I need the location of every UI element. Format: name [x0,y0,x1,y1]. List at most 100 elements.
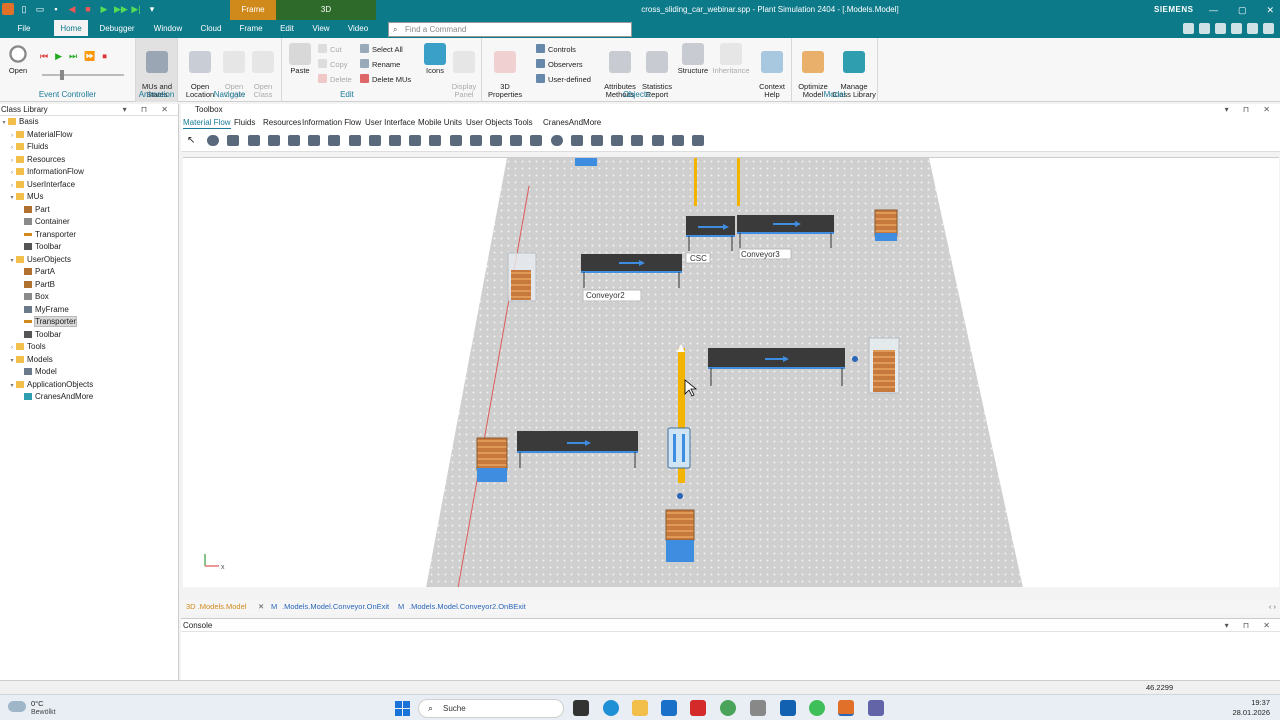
tab-window[interactable]: Window [148,20,188,38]
maximize-button[interactable]: ▢ [1238,0,1247,20]
console-output[interactable] [181,632,1280,678]
tool-sorter-icon[interactable] [368,135,381,146]
settings-icon[interactable] [1231,23,1242,34]
cut-button[interactable]: Cut [318,44,342,54]
panel-buttons[interactable]: ▾ ⊓ ✕ [1225,104,1276,116]
new-file-icon[interactable]: ▯ [18,3,30,15]
controls-button[interactable]: Controls [536,44,576,54]
reset-icon[interactable]: ◀ [66,3,78,15]
tab-frame[interactable]: Frame [234,20,268,38]
tool-transfer-icon[interactable] [530,135,543,146]
tool-assembly-icon[interactable] [308,135,321,146]
outlook-icon[interactable] [780,700,796,716]
fast-icon[interactable]: ⏭ [69,51,77,62]
taskbar-search[interactable]: ⌕ Suche [418,699,564,718]
play-icon[interactable]: ▶ [98,3,110,15]
tool-drain-icon[interactable] [247,135,260,146]
stop-icon[interactable]: ⏹ [102,51,107,62]
tree-item[interactable]: › Tools [0,341,178,354]
edge-browser-icon[interactable] [603,700,619,716]
tab-edit[interactable]: Edit [272,20,302,38]
tree-item[interactable]: CranesAndMore [0,391,178,404]
tab-view[interactable]: View [306,20,336,38]
tool-turnplate-icon[interactable] [490,135,502,146]
tree-item[interactable]: Box [0,291,178,304]
icons-button[interactable]: Icons [422,43,448,75]
step-icon[interactable]: ⏩ [84,51,95,62]
tool-source-icon[interactable] [227,135,240,146]
tab-cloud[interactable]: Cloud [194,20,228,38]
select-all-button[interactable]: Select All [360,44,403,54]
plant-simulation-icon[interactable] [838,700,854,716]
cross-sliding-car[interactable] [667,427,691,469]
toolbox-tab-information-flow[interactable]: Information Flow [302,117,361,128]
collapse-ribbon-icon[interactable] [1263,23,1274,34]
close-button[interactable]: ✕ [1266,0,1274,20]
style-icon[interactable] [1215,23,1226,34]
tree-item[interactable]: Part [0,204,178,217]
tree-item[interactable]: ▾ Basis [0,116,178,129]
close-tab-icon[interactable]: ✕ [258,602,264,612]
toolbox-tab-mobile-units[interactable]: Mobile Units [418,117,462,128]
rename-button[interactable]: Rename [360,59,400,69]
open-event-controller-button[interactable]: Open [4,43,32,75]
tool-broker-icon[interactable] [591,135,603,146]
calculator-icon[interactable] [750,700,766,716]
step-icon[interactable]: ▶| [130,3,142,15]
tree-item[interactable]: MyFrame [0,304,178,317]
delete-mus-button[interactable]: Delete MUs [360,74,411,84]
tool-cycle-icon[interactable] [389,135,401,146]
chrome-icon[interactable] [720,700,736,716]
tab-debugger[interactable]: Debugger [96,20,138,38]
stop-icon[interactable]: ■ [82,3,94,15]
toolbox-tab-user-interface[interactable]: User Interface [365,117,415,128]
tool-buffer-icon[interactable] [348,135,361,146]
panel-buttons[interactable]: ▾ ⊓ ✕ [1225,619,1276,632]
observers-button[interactable]: Observers [536,59,583,69]
app-l-icon[interactable] [690,700,706,716]
context-tab-3d[interactable]: 3D [276,0,376,20]
layout-icon[interactable] [1183,23,1194,34]
tree-item[interactable]: Toolbar [0,241,178,254]
tool-method-icon[interactable] [671,135,684,146]
paste-button[interactable]: Paste [286,43,314,75]
find-command-input[interactable]: ⌕ Find a Command [388,22,632,37]
tab-conveyor2-onbexit[interactable]: .Models.Model.Conveyor2.OnBExit [409,602,526,612]
taskbar-clock[interactable]: 19:37 28.01.2026 [1224,698,1270,718]
structure-button[interactable]: Structure [676,43,710,75]
tool-crane-icon[interactable] [631,135,644,146]
tree-item[interactable]: Container [0,216,178,229]
tab-file[interactable]: File [8,20,40,38]
tool-track-icon[interactable] [550,135,563,146]
tool-store-icon[interactable] [409,135,422,146]
tree-item[interactable]: ▾ Models [0,354,178,367]
tree-item[interactable]: Toolbar [0,329,178,342]
fast-forward-icon[interactable]: ▶▶ [114,3,128,15]
toolbox-tab-user-objects[interactable]: User Objects [466,117,512,128]
whatsapp-icon[interactable] [809,700,825,716]
panel-buttons[interactable]: ▾ ⊓ ✕ [123,104,174,116]
tool-pointer-icon[interactable]: ↖ [187,135,199,146]
tree-item[interactable]: › InformationFlow [0,166,178,179]
tree-item[interactable]: Transporter [0,229,178,242]
minimize-button[interactable]: — [1209,0,1218,20]
customize-icon[interactable]: ▾ [146,3,158,15]
tree-item[interactable]: › Resources [0,154,178,167]
app-icon[interactable] [2,3,14,15]
toolbox-tab-cranes-and-more[interactable]: CranesAndMore [543,117,601,128]
copy-button[interactable]: Copy [318,59,348,69]
toolbox-tab-resources[interactable]: Resources [263,117,301,128]
speed-slider[interactable] [42,74,124,76]
display-panel-button[interactable]: Display Panel [448,43,480,99]
tool-turntable-icon[interactable] [469,135,482,146]
tool-workers-icon[interactable] [570,135,583,146]
tab-3d-model[interactable]: 3D .Models.Model [186,602,246,612]
tree-item[interactable]: › UserInterface [0,179,178,192]
tree-item[interactable]: ▾ MUs [0,191,178,204]
tree-item[interactable]: PartA [0,266,178,279]
tool-connector-icon[interactable] [207,135,220,146]
context-tab-frame[interactable]: Frame [230,0,276,20]
reset-icon[interactable]: ⏮ [40,51,48,62]
teams-icon[interactable] [868,700,884,716]
toolbox-tab-fluids[interactable]: Fluids [234,117,255,128]
